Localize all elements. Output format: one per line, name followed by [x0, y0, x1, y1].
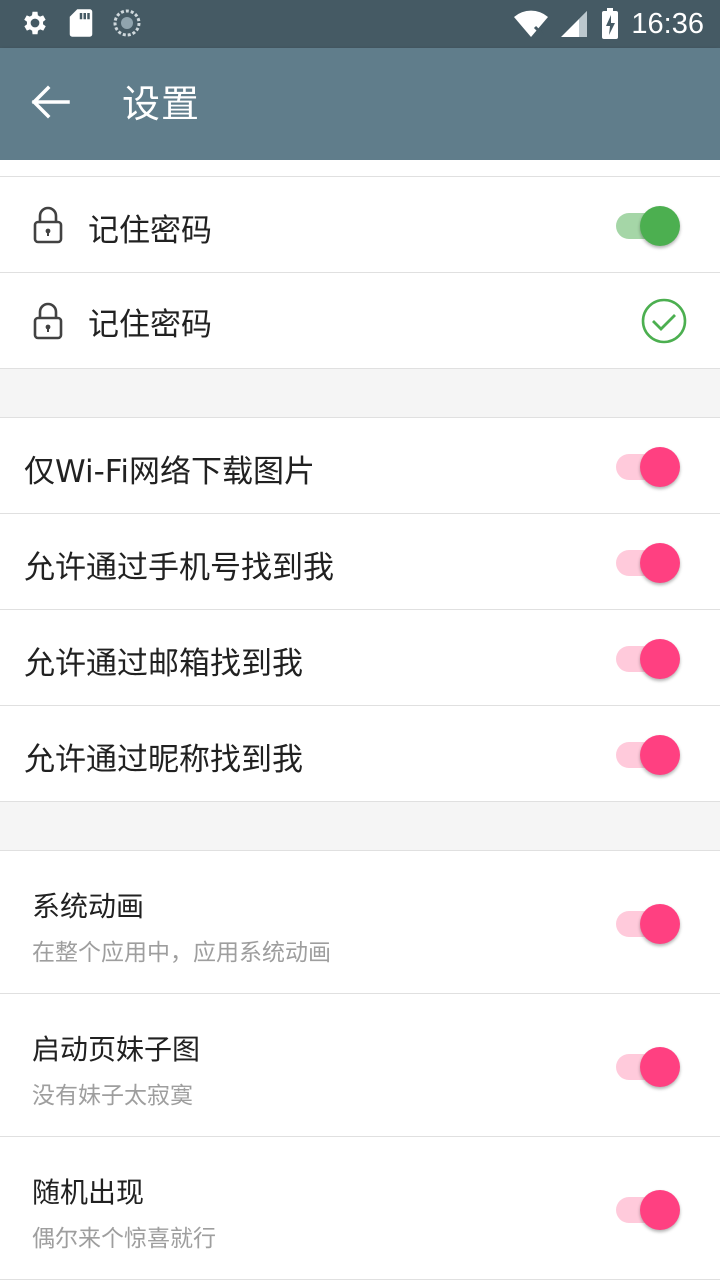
- system-animation-switch[interactable]: [614, 899, 686, 947]
- status-bar: 16:36: [0, 0, 720, 48]
- list-item-summary: 没有妹子太寂寞: [32, 1083, 193, 1109]
- list-item-find-by-nickname[interactable]: 允许通过昵称找到我: [0, 706, 720, 802]
- status-icons-left: [20, 8, 142, 38]
- app-bar: 设置: [0, 48, 720, 160]
- check-circle-icon[interactable]: [640, 297, 688, 345]
- list-item-title: 系统动画: [32, 890, 145, 923]
- find-by-phone-switch[interactable]: [614, 538, 686, 586]
- list-item-label: 记住密码: [88, 213, 212, 249]
- list-item-remember-password-switch[interactable]: 记住密码: [0, 177, 720, 273]
- lock-icon: [33, 302, 63, 340]
- sync-icon: [113, 9, 141, 37]
- list-item-label: 允许通过昵称找到我: [24, 742, 303, 778]
- list-item-find-by-email[interactable]: 允许通过邮箱找到我: [0, 610, 720, 706]
- splash-image-switch[interactable]: [614, 1042, 686, 1090]
- list-item-random-appear[interactable]: 随机出现 偶尔来个惊喜就行: [0, 1137, 720, 1280]
- status-time: 16:36: [631, 8, 704, 40]
- gear-icon: [24, 11, 46, 35]
- list-item-title: 启动页妹子图: [32, 1033, 201, 1066]
- list-item-remember-password-checkbox[interactable]: 记住密码: [0, 273, 720, 369]
- battery-charging-icon: [602, 8, 619, 39]
- signal-icon: [561, 11, 588, 37]
- list-item-find-by-phone[interactable]: 允许通过手机号找到我: [0, 514, 720, 610]
- sd-card-icon: [69, 9, 93, 37]
- list-item-label: 记住密码: [88, 307, 212, 343]
- find-by-nickname-switch[interactable]: [614, 730, 686, 778]
- arrow-left-icon: [31, 85, 70, 119]
- section-divider: [0, 369, 720, 418]
- top-divider: [0, 160, 720, 177]
- section-divider: [0, 802, 720, 851]
- random-appear-switch[interactable]: [614, 1185, 686, 1233]
- list-item-label: 允许通过邮箱找到我: [24, 646, 303, 682]
- list-item-summary: 偶尔来个惊喜就行: [32, 1226, 216, 1252]
- find-by-email-switch[interactable]: [614, 634, 686, 682]
- list-item-label: 仅Wi-Fi网络下载图片: [24, 454, 315, 490]
- status-icons-right: 16:36: [513, 6, 704, 42]
- page-title: 设置: [122, 82, 201, 126]
- list-item-label: 允许通过手机号找到我: [24, 550, 334, 586]
- list-item-system-animation[interactable]: 系统动画 在整个应用中，应用系统动画: [0, 851, 720, 994]
- wifi-off-icon: [514, 10, 549, 37]
- remember-password-switch[interactable]: [614, 201, 686, 249]
- lock-icon: [33, 206, 63, 244]
- list-item-wifi-only-images[interactable]: 仅Wi-Fi网络下载图片: [0, 418, 720, 514]
- list-item-summary: 在整个应用中，应用系统动画: [32, 940, 331, 966]
- list-item-title: 随机出现: [32, 1176, 145, 1209]
- list-item-splash-image[interactable]: 启动页妹子图 没有妹子太寂寞: [0, 994, 720, 1137]
- wifi-only-images-switch[interactable]: [614, 442, 686, 490]
- back-button[interactable]: [28, 80, 84, 128]
